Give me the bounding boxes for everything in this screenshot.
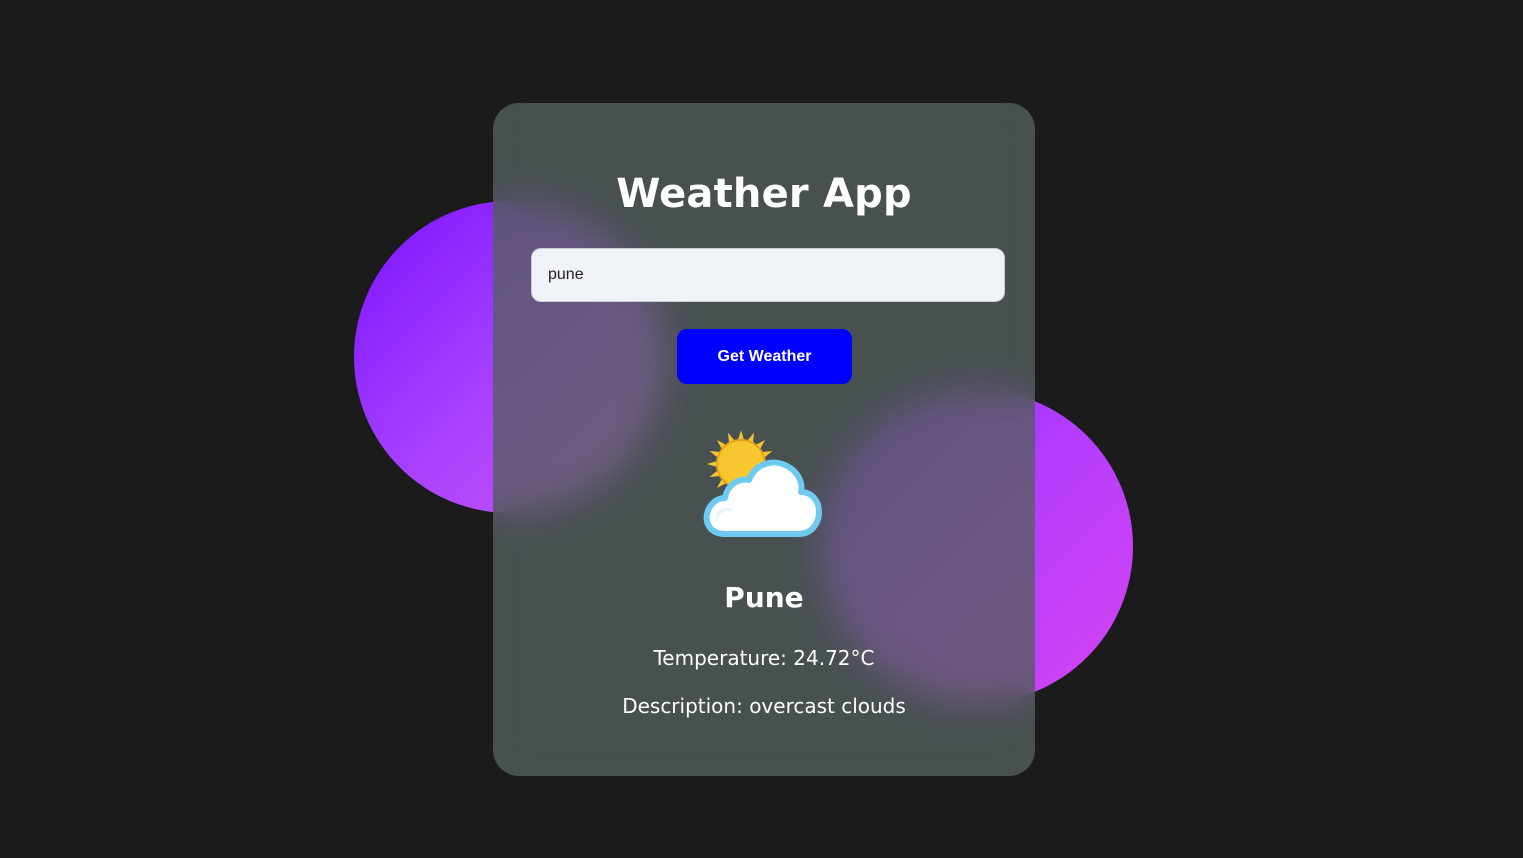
weather-card-content: Weather App Get Weather (493, 103, 1035, 776)
partly-cloudy-icon (703, 428, 827, 538)
description-text: Description: overcast clouds (622, 694, 906, 718)
weather-card: Weather App Get Weather (493, 103, 1035, 776)
get-weather-button[interactable]: Get Weather (677, 329, 852, 384)
app-title: Weather App (616, 171, 912, 217)
app-stage: Weather App Get Weather (0, 0, 1523, 858)
city-search-input[interactable] (531, 248, 1005, 302)
temperature-text: Temperature: 24.72°C (653, 646, 875, 670)
city-name: Pune (724, 581, 804, 614)
